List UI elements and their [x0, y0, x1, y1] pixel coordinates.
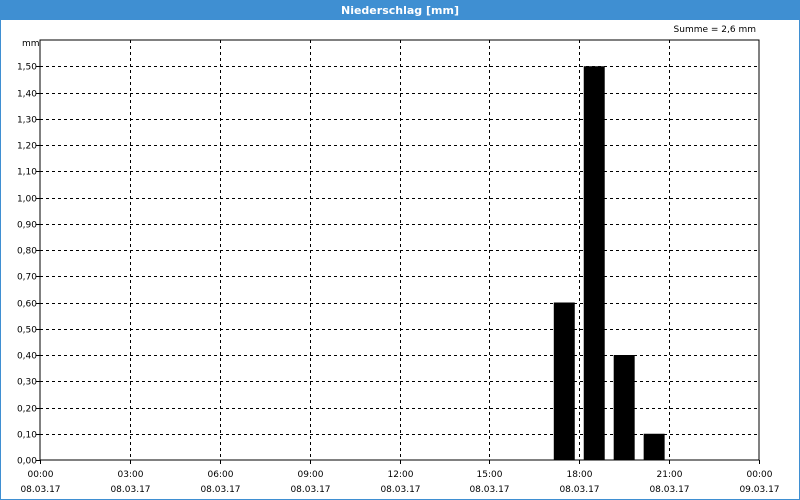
precipitation-bar — [553, 302, 575, 460]
precipitation-bar — [613, 355, 635, 460]
x-tick-time-label: 03:00 — [118, 470, 144, 480]
y-tick-label: 1,40 — [17, 90, 37, 100]
x-tick-date-label: 08.03.17 — [290, 485, 330, 495]
y-tick-label: 0,20 — [17, 405, 37, 415]
y-tick-label: 1,30 — [17, 116, 37, 126]
x-tick-time-label: 12:00 — [388, 470, 414, 480]
x-tick-time-label: 00:00 — [747, 470, 773, 480]
y-tick-label: 0,50 — [17, 326, 37, 336]
y-tick-label: 0,10 — [17, 431, 37, 441]
x-tick-date-label: 08.03.17 — [200, 485, 240, 495]
y-tick-label: 0,60 — [17, 300, 37, 310]
x-tick-date-label: 08.03.17 — [469, 485, 509, 495]
x-tick-date-label: 08.03.17 — [649, 485, 689, 495]
precipitation-chart: 0,00 0,10 0,20 0,30 0,40 0,50 0,60 0,70 0,80 0,90… — [17, 39, 780, 495]
x-tick-date-label: 08.03.17 — [380, 485, 420, 495]
y-tick-label: 1,00 — [17, 195, 37, 205]
x-tick-time-label: 00:00 — [28, 470, 54, 480]
precipitation-bar — [583, 66, 605, 460]
x-tick-date-label: 08.03.17 — [559, 485, 599, 495]
x-tick-time-label: 06:00 — [208, 470, 234, 480]
y-tick-label: 1,10 — [17, 168, 37, 178]
plot-area — [39, 39, 760, 461]
y-tick-label: 1,20 — [17, 142, 37, 152]
y-tick-label: 0,70 — [17, 273, 37, 283]
x-tick-date-label: 09.03.17 — [739, 485, 779, 495]
y-tick-label: 0,90 — [17, 221, 37, 231]
precipitation-bar — [643, 433, 665, 460]
y-tick-label: 0,30 — [17, 378, 37, 388]
x-tick-date-label: 08.03.17 — [110, 485, 150, 495]
y-tick-label: 0,00 — [17, 457, 37, 467]
x-tick-time-label: 15:00 — [477, 470, 503, 480]
y-tick-label: 0,40 — [17, 352, 37, 362]
x-tick-time-label: 18:00 — [567, 470, 593, 480]
y-tick-label: 0,80 — [17, 247, 37, 257]
x-tick-time-label: 21:00 — [657, 470, 683, 480]
x-tick-date-label: 08.03.17 — [20, 485, 60, 495]
x-tick-time-label: 09:00 — [298, 470, 324, 480]
y-tick-label: 1,50 — [17, 63, 37, 73]
